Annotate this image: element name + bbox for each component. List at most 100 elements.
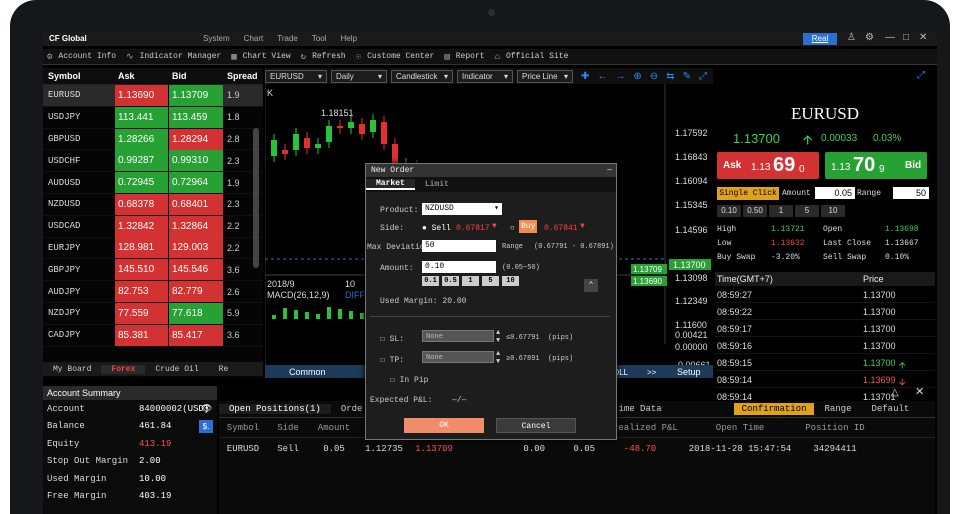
quote-bid[interactable]: 0.99310 [169,150,223,172]
col-ask[interactable]: Ask [115,71,169,81]
quote-row[interactable]: NZDJPY 77.559 77.618 5.9 [43,302,263,325]
quote-row[interactable]: USDJPY 113.441 113.459 1.8 [43,106,263,129]
quote-row[interactable]: AUDJPY 82.753 82.779 2.6 [43,281,263,303]
quote-ask[interactable]: 85.381 [115,324,169,346]
tab-forex[interactable]: Forex [101,364,146,374]
quote-scrollbar[interactable] [253,128,259,268]
settings-icon[interactable]: ⚙ [865,32,874,43]
tab-limit[interactable]: Limit [415,180,459,189]
menu-chart[interactable]: Chart [244,34,264,43]
default-tab[interactable]: Default [861,404,919,414]
chart-tab-setup[interactable]: Setup [677,367,701,377]
quote-bid[interactable]: 77.618 [169,302,223,324]
quote-ask[interactable]: 0.68378 [115,193,169,215]
quote-row[interactable]: USDCHF 0.99287 0.99310 2.3 [43,150,263,173]
menu-system[interactable]: System [203,34,230,43]
dialog-minimize-icon[interactable]: — [607,164,612,177]
confirmation-button[interactable]: Confirmation [733,403,815,415]
quote-bid[interactable]: 1.13709 [169,84,223,106]
range-tab[interactable]: Range [814,404,861,414]
chart-view-button[interactable]: Chart View [243,52,291,61]
sl-input[interactable]: None [422,330,494,342]
quote-row[interactable]: CADJPY 85.381 85.417 3.6 [43,324,263,347]
dollar-icon[interactable]: $. [199,420,213,433]
account-info-button[interactable]: Account Info [58,52,116,61]
shift-icon[interactable]: ⇆ [666,71,674,82]
quote-row[interactable]: GBPJPY 145.510 145.546 3.6 [43,259,263,282]
indicator-manager-button[interactable]: Indicator Manager [140,52,222,61]
quote-ask[interactable]: 0.72945 [115,172,169,194]
tp-input[interactable]: None [422,351,494,363]
chart-tab-common[interactable]: Common [289,367,326,377]
quote-bid[interactable]: 145.546 [169,259,223,281]
sl-checkbox[interactable]: ☐ SL: [380,334,404,344]
single-click-toggle[interactable]: Single Click [717,187,779,200]
col-spread[interactable]: Spread [223,71,258,81]
quote-bid[interactable]: 113.459 [169,106,223,128]
minimize-icon[interactable]: — [885,32,895,43]
menu-tool[interactable]: Tool [312,34,327,43]
quote-bid[interactable]: 0.68401 [169,193,223,215]
tp-stepper[interactable]: ▲ ▼ [496,350,500,366]
price-line-select[interactable]: Price Line ▾ [517,69,573,83]
close-icon[interactable]: ✕ [919,32,927,43]
tab-crude-oil[interactable]: Crude Oil [145,365,208,374]
quick-size-button[interactable]: 10 [502,276,519,286]
quote-row[interactable]: EURJPY 128.981 129.003 2.2 [43,237,263,260]
quote-ask[interactable]: 0.99287 [115,150,169,172]
menu-trade[interactable]: Trade [277,34,298,43]
quick-amount-1[interactable]: 0.50 [743,205,767,217]
refresh-button[interactable]: Refresh [312,52,346,61]
cancel-button[interactable]: Cancel [496,418,576,433]
tab-re[interactable]: Re [209,365,239,374]
quote-bid[interactable]: 1.32864 [169,215,223,237]
quote-bid[interactable]: 129.003 [169,237,223,259]
col-bid[interactable]: Bid [169,71,223,81]
collapse-up-icon[interactable]: △ [891,387,899,398]
quick-amount-2[interactable]: 1 [769,205,793,217]
report-button[interactable]: Report [456,52,485,61]
symbol-select[interactable]: EURUSD ▾ [265,69,327,83]
maximize-icon[interactable]: □ [903,32,909,43]
chart-tab-more[interactable]: >> [647,368,657,377]
quote-row[interactable]: GBPUSD 1.28266 1.28294 2.8 [43,128,263,151]
custome-center-button[interactable]: Custome Center [367,52,434,61]
chevron-up-icon[interactable]: ⌃ [584,279,598,292]
quote-ask[interactable]: 1.28266 [115,128,169,150]
quote-ask[interactable]: 145.510 [115,259,169,281]
tab-open-positions[interactable]: Open Positions(1) [219,404,331,414]
quote-row[interactable]: NZDUSD 0.68378 0.68401 2.3 [43,193,263,216]
quote-row[interactable]: USDCAD 1.32842 1.32864 2.2 [43,215,263,238]
col-symbol[interactable]: Symbol [43,71,115,81]
quick-size-button[interactable]: 0.1 [422,276,439,286]
style-select[interactable]: Candlestick ▾ [391,69,453,83]
quote-ask[interactable]: 1.13690 [115,84,169,106]
menu-help[interactable]: Help [341,34,357,43]
buy-label[interactable]: Buy [519,220,538,233]
expand-icon[interactable]: ⤢ [917,70,925,81]
ask-button[interactable]: Ask 1.13 69 0 [717,152,819,179]
crosshair-icon[interactable]: ✚ [581,71,589,82]
quote-bid[interactable]: 85.417 [169,324,223,346]
quote-bid[interactable]: 0.72964 [169,172,223,194]
tp-checkbox[interactable]: ☐ TP: [380,355,404,365]
sl-stepper[interactable]: ▲ ▼ [496,329,500,345]
quote-row[interactable]: EURUSD 1.13690 1.13709 1.9 [43,84,263,107]
quote-ask[interactable]: 1.32842 [115,215,169,237]
amount-input[interactable]: 0.10 [422,261,496,273]
amount-input[interactable]: 0.05 [815,187,855,199]
quote-bid[interactable]: 82.779 [169,281,223,303]
indicator-select[interactable]: Indicator ▾ [457,69,513,83]
expand-icon[interactable]: ⤢ [699,71,707,82]
arrow-left-icon[interactable]: ← [597,71,607,82]
max-deviation-input[interactable]: 50 [422,240,496,252]
quote-ask[interactable]: 82.753 [115,281,169,303]
quote-row[interactable]: AUDUSD 0.72945 0.72964 1.9 [43,172,263,194]
quick-amount-4[interactable]: 10 [821,205,845,217]
sell-radio[interactable]: ● Sell [422,224,451,233]
quick-amount-0[interactable]: 0.10 [717,205,741,217]
quote-ask[interactable]: 128.981 [115,237,169,259]
panel-close-icon[interactable]: ✕ [915,385,924,398]
zoom-in-icon[interactable]: ⊕ [633,71,641,82]
quick-size-button[interactable]: 0.5 [442,276,459,286]
